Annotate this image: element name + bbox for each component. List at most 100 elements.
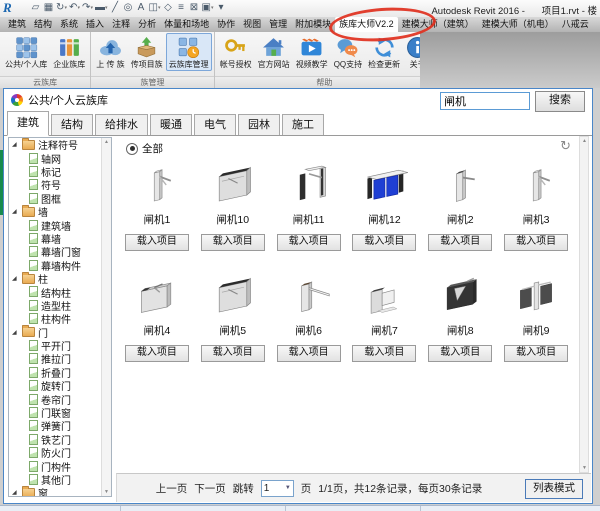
section-icon[interactable]: ◇ [162,1,173,15]
tree-item-平开门[interactable]: 平开门 [9,339,111,352]
ribbon-tab-1[interactable]: 结构 [30,17,56,32]
tree-item-建筑墙[interactable]: 建筑墙 [9,218,111,231]
category-tab-结构[interactable]: 结构 [51,114,93,135]
ribbon-button-上 传 族[interactable]: 上 传 族 [93,33,127,71]
measure-icon[interactable]: ▬▾ [95,1,108,15]
thin-lines-icon[interactable]: ≡ [175,1,186,15]
ribbon-tab-9[interactable]: 管理 [265,17,291,32]
ribbon-tab-3[interactable]: 插入 [82,17,108,32]
prev-page-link[interactable]: 上一页 [156,481,188,496]
ribbon-button-传项目族[interactable]: 传项目族 [128,33,166,71]
tree-folder-注释符号[interactable]: ◢注释符号 [9,138,111,151]
tree-item-轴网[interactable]: 轴网 [9,151,111,164]
tree-item-符号[interactable]: 符号 [9,178,111,191]
load-into-project-button[interactable]: 载入项目 [277,345,341,362]
category-tab-施工[interactable]: 施工 [282,114,324,135]
tree-folder-窗[interactable]: ◢窗 [9,486,111,497]
category-tab-园林[interactable]: 园林 [238,114,280,135]
aligned-dimension-icon[interactable]: ╱ [110,1,121,15]
content-scrollbar[interactable]: ▲ ▼ [579,136,589,473]
category-tab-暖通[interactable]: 暖通 [150,114,192,135]
ribbon-tab-7[interactable]: 协作 [213,17,239,32]
text-icon[interactable]: A [136,1,147,15]
revit-logo-icon[interactable]: R [3,0,25,16]
ribbon-button-企业族库[interactable]: 企业族库 [50,33,88,71]
load-into-project-button[interactable]: 载入项目 [277,234,341,251]
ribbon-tab-0[interactable]: 建筑 [4,17,30,32]
customize-qat-icon[interactable]: ▾ [215,1,226,15]
tree-item-卷帘门[interactable]: 卷帘门 [9,392,111,405]
ribbon-tab-2[interactable]: 系统 [56,17,82,32]
tree-item-幕墙[interactable]: 幕墙 [9,232,111,245]
load-into-project-button[interactable]: 载入项目 [352,345,416,362]
ribbon-tab-8[interactable]: 视图 [239,17,265,32]
tree-item-防火门[interactable]: 防火门 [9,446,111,459]
load-into-project-button[interactable]: 载入项目 [504,234,568,251]
expander-icon[interactable]: ◢ [12,275,19,282]
page-jump-select[interactable]: 1▼ [261,480,294,497]
load-into-project-button[interactable]: 载入项目 [125,234,189,251]
ribbon-tab-4[interactable]: 注释 [108,17,134,32]
load-into-project-button[interactable]: 载入项目 [428,345,492,362]
tree-item-柱构件[interactable]: 柱构件 [9,312,111,325]
tree-item-门构件[interactable]: 门构件 [9,459,111,472]
load-into-project-button[interactable]: 载入项目 [201,234,265,251]
load-into-project-button[interactable]: 载入项目 [201,345,265,362]
scroll-up-icon[interactable]: ▲ [102,139,111,145]
ribbon-tab-14[interactable]: 八戒云 [558,17,593,32]
tree-item-其他门[interactable]: 其他门 [9,473,111,486]
ribbon-button-官方网站[interactable]: 官方网站 [255,33,293,71]
ribbon-button-帐号授权[interactable]: 帐号授权 [217,33,255,71]
list-mode-button[interactable]: 列表模式 [525,479,583,499]
refresh-icon[interactable]: ↻ [560,138,571,154]
scroll-down-icon[interactable]: ▼ [102,489,111,495]
expander-icon[interactable]: ◢ [12,329,19,336]
ribbon-tab-5[interactable]: 分析 [134,17,160,32]
close-hidden-windows-icon[interactable]: ⊠ [188,1,199,15]
load-into-project-button[interactable]: 载入项目 [125,345,189,362]
ribbon-button-云族库管理[interactable]: 云族库管理 [166,33,212,71]
scroll-down-icon[interactable]: ▼ [580,465,589,471]
tree-item-门联窗[interactable]: 门联窗 [9,406,111,419]
open-icon[interactable]: ▱ [30,1,41,15]
switch-windows-icon[interactable]: ▣▾ [201,1,213,15]
ribbon-button-视频教学[interactable]: 视频教学 [293,33,331,71]
category-tab-建筑[interactable]: 建筑 [7,111,49,136]
tree-item-图框[interactable]: 图框 [9,192,111,205]
redo-icon[interactable]: ↷▾ [82,1,93,15]
ribbon-tab-6[interactable]: 体量和场地 [160,17,213,32]
tree-item-推拉门[interactable]: 推拉门 [9,352,111,365]
category-tab-电气[interactable]: 电气 [194,114,236,135]
next-page-link[interactable]: 下一页 [194,481,226,496]
tree-item-旋转门[interactable]: 旋转门 [9,379,111,392]
tree-item-结构柱[interactable]: 结构柱 [9,285,111,298]
category-tab-给排水[interactable]: 给排水 [95,114,148,135]
expander-icon[interactable]: ◢ [12,141,19,148]
tree-folder-柱[interactable]: ◢柱 [9,272,111,285]
load-into-project-button[interactable]: 载入项目 [428,234,492,251]
load-into-project-button[interactable]: 载入项目 [504,345,568,362]
tree-item-标记[interactable]: 标记 [9,165,111,178]
tree-item-造型柱[interactable]: 造型柱 [9,299,111,312]
expander-icon[interactable]: ◢ [12,208,19,215]
search-button[interactable]: 搜索 [535,91,585,112]
default-3d-view-icon[interactable]: ◫▾ [149,1,161,15]
tree-folder-墙[interactable]: ◢墙 [9,205,111,218]
tree-folder-门[interactable]: ◢门 [9,325,111,338]
scroll-up-icon[interactable]: ▲ [580,138,589,144]
ribbon-tab-13[interactable]: 建模大师（机电） [478,17,558,32]
tag-icon[interactable]: ◎ [123,1,134,15]
ribbon-button-公共/个人库[interactable]: 公共/个人库 [2,33,50,71]
load-into-project-button[interactable]: 载入项目 [352,234,416,251]
tree-item-幕墙门窗[interactable]: 幕墙门窗 [9,245,111,258]
tree-item-折叠门[interactable]: 折叠门 [9,366,111,379]
tree-item-幕墙构件[interactable]: 幕墙构件 [9,259,111,272]
undo-icon[interactable]: ↶▾ [69,1,80,15]
sync-icon[interactable]: ↻▾ [56,1,67,15]
save-icon[interactable]: ▦ [43,1,54,15]
tree-scrollbar[interactable]: ▲ ▼ [101,138,111,496]
tree-item-铁艺门[interactable]: 铁艺门 [9,433,111,446]
filter-all-radio[interactable] [126,143,138,155]
search-input[interactable] [440,92,530,110]
expander-icon[interactable]: ◢ [12,489,19,496]
